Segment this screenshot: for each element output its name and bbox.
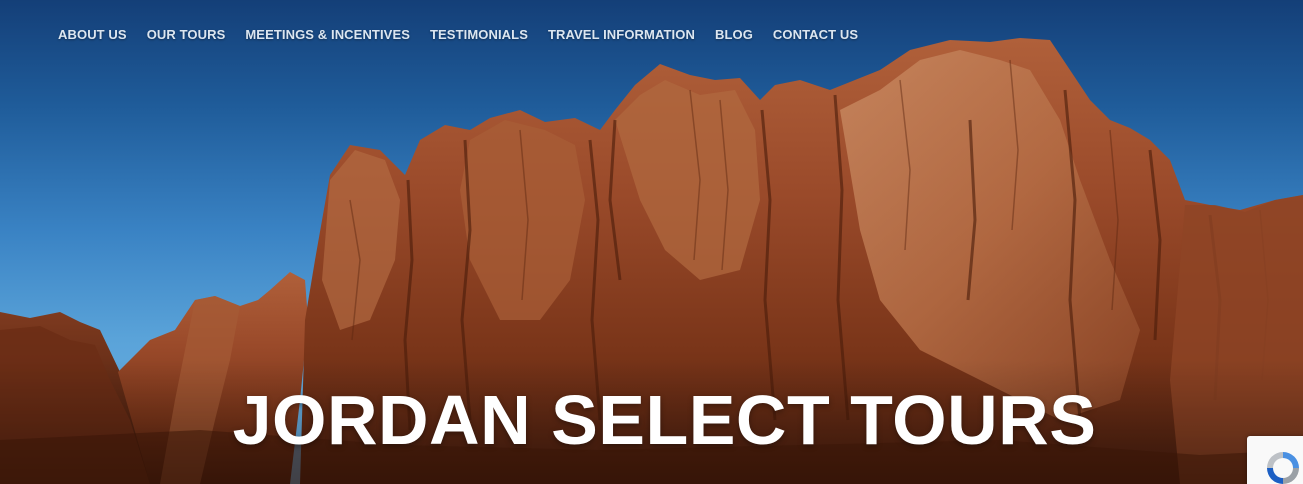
nav-item-our-tours: OUR TOURS [147,26,226,44]
nav-item-contact-us: CONTACT US [773,26,858,44]
nav-link-blog[interactable]: BLOG [715,27,753,42]
recaptcha-icon [1267,452,1299,484]
nav-link-meetings-incentives[interactable]: MEETINGS & INCENTIVES [245,27,410,42]
nav-item-testimonials: TESTIMONIALS [430,26,528,44]
nav-item-about-us: ABOUT US [58,26,127,44]
hero-section: ABOUT US OUR TOURS MEETINGS & INCENTIVES… [0,0,1303,484]
nav-link-about-us[interactable]: ABOUT US [58,27,127,42]
nav-item-blog: BLOG [715,26,753,44]
nav-link-testimonials[interactable]: TESTIMONIALS [430,27,528,42]
nav-item-meetings-incentives: MEETINGS & INCENTIVES [245,26,410,44]
recaptcha-badge[interactable] [1247,436,1303,484]
nav-link-travel-information[interactable]: TRAVEL INFORMATION [548,27,695,42]
nav-link-our-tours[interactable]: OUR TOURS [147,27,226,42]
nav-item-travel-information: TRAVEL INFORMATION [548,26,695,44]
nav-link-contact-us[interactable]: CONTACT US [773,27,858,42]
main-nav: ABOUT US OUR TOURS MEETINGS & INCENTIVES… [58,26,878,44]
hero-title: JORDAN SELECT TOURS [232,381,1097,459]
